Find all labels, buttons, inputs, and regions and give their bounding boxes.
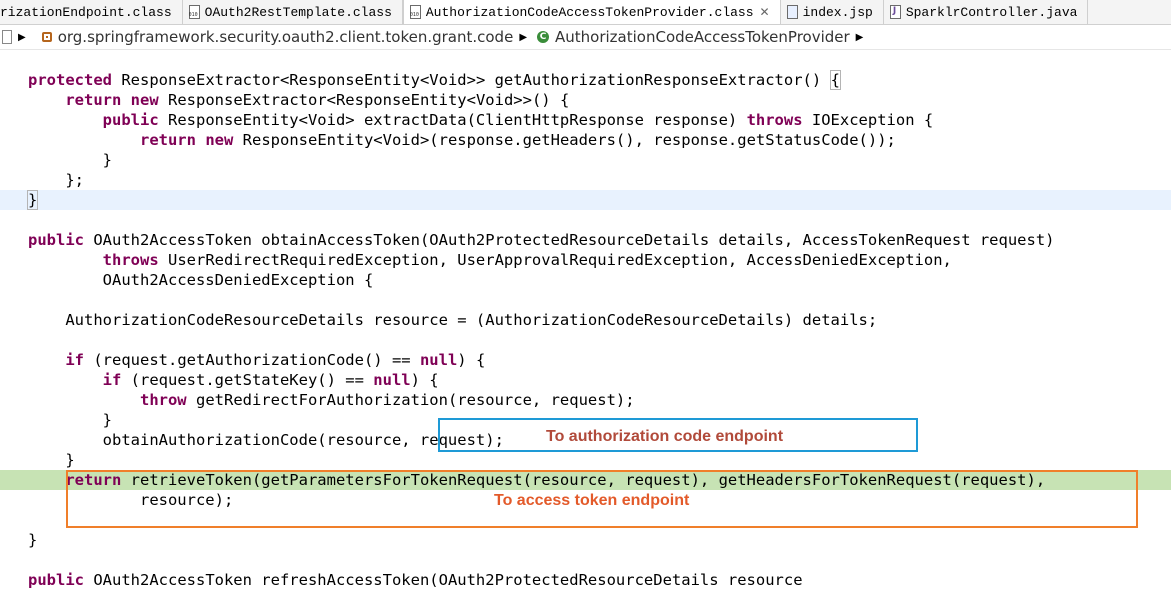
file-icon	[2, 30, 12, 44]
tab-label: OAuth2RestTemplate.class	[204, 4, 392, 20]
code-line: public OAuth2AccessToken obtainAccessTok…	[28, 231, 1055, 249]
code-line: if (request.getStateKey() == null) {	[102, 371, 439, 389]
code-line: }	[28, 451, 75, 469]
text-cursor	[37, 192, 39, 209]
java-file-icon	[889, 5, 901, 19]
code-line: throw getRedirectForAuthorization(resour…	[139, 391, 635, 409]
code-line: protected ResponseExtractor<ResponseEnti…	[28, 70, 841, 90]
editor-tab-bar: rizationEndpoint.class OAuth2RestTemplat…	[0, 0, 1171, 25]
code-line: }	[28, 151, 112, 169]
tab-index-jsp[interactable]: index.jsp	[781, 0, 884, 24]
breadcrumb-package[interactable]: org.springframework.security.oauth2.clie…	[58, 28, 514, 46]
code-line: AuthorizationCodeResourceDetails resourc…	[28, 311, 878, 329]
code-line: public OAuth2AccessToken refreshAccessTo…	[28, 571, 803, 589]
breadcrumb: ▶ org.springframework.security.oauth2.cl…	[0, 25, 1171, 50]
current-line: }	[0, 190, 1171, 210]
code-line: OAuth2AccessDeniedException {	[28, 271, 374, 289]
tab-oauth2-rest-template[interactable]: OAuth2RestTemplate.class	[183, 0, 403, 24]
access-token-annotation: To access token endpoint	[494, 492, 690, 509]
code-line: return new ResponseEntity<Void>(response…	[139, 131, 896, 149]
chevron-right-icon: ▶	[18, 31, 26, 43]
code-line: if (request.getAuthorizationCode() == nu…	[65, 351, 486, 369]
package-icon	[41, 32, 52, 42]
chevron-right-icon[interactable]: ▶	[519, 32, 527, 43]
code-line: public ResponseEntity<Void> extractData(…	[102, 111, 934, 129]
authorization-code-annotation: To authorization code endpoint	[546, 428, 784, 445]
tab-sparklr-controller[interactable]: SparklrController.java	[884, 0, 1089, 24]
tab-authorization-code-provider[interactable]: AuthorizationCodeAccessTokenProvider.cla…	[402, 0, 781, 24]
class-file-icon	[188, 5, 200, 19]
close-icon[interactable]: ✕	[760, 5, 770, 19]
tab-authorization-endpoint[interactable]: rizationEndpoint.class	[0, 0, 183, 24]
tab-label: AuthorizationCodeAccessTokenProvider.cla…	[425, 4, 754, 20]
jsp-file-icon	[786, 5, 798, 19]
tab-label: SparklrController.java	[905, 4, 1078, 20]
code-line: }	[28, 531, 38, 549]
class-icon: C	[537, 31, 550, 43]
code-line: return new ResponseExtractor<ResponseEnt…	[65, 91, 570, 109]
code-line: };	[28, 171, 84, 189]
chevron-right-icon[interactable]: ▶	[856, 32, 864, 43]
tab-label: rizationEndpoint.class	[0, 4, 172, 20]
breadcrumb-class[interactable]: AuthorizationCodeAccessTokenProvider	[555, 28, 850, 46]
class-file-icon	[409, 5, 421, 19]
tab-label: index.jsp	[802, 4, 873, 20]
code-line: throws UserRedirectRequiredException, Us…	[102, 251, 952, 269]
